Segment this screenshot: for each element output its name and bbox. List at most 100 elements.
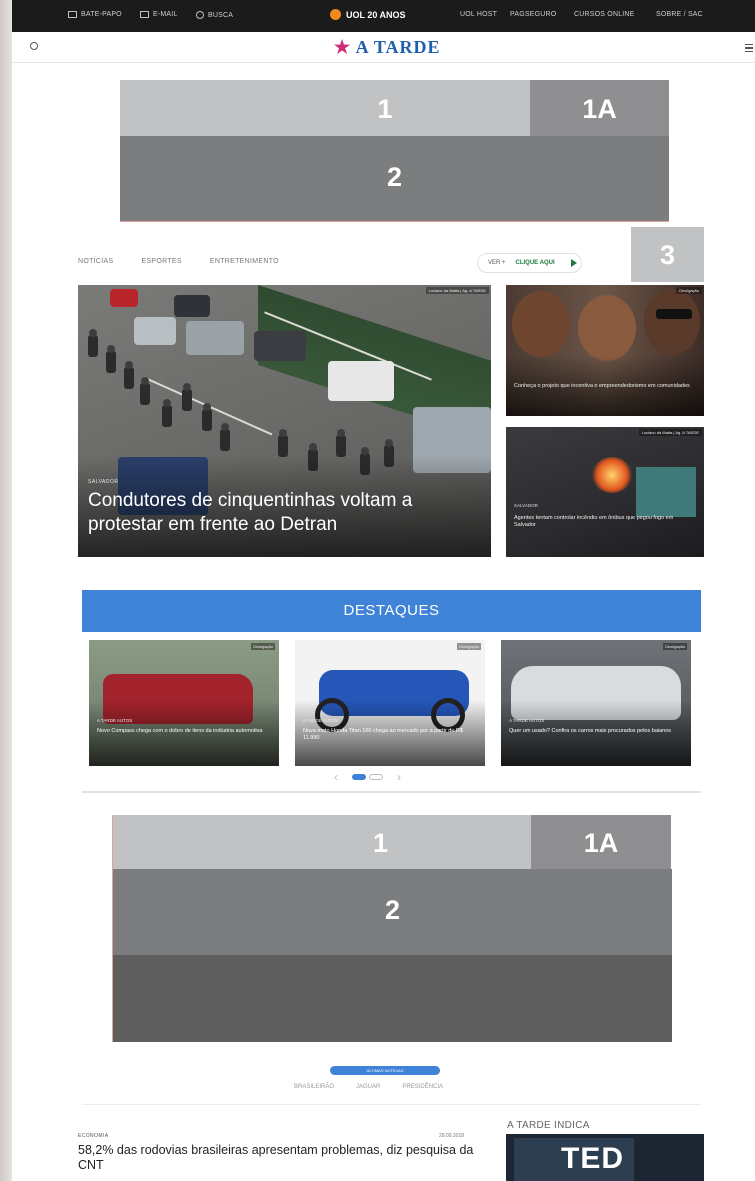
ad-slot-2-mid[interactable]: 2 [112, 869, 672, 955]
carousel-dot-active[interactable] [352, 774, 366, 780]
uol-logo-icon [330, 9, 341, 20]
motorcycle [140, 377, 150, 405]
uol-host-link[interactable]: UOL HOST [460, 11, 497, 18]
ad-slot-3-label: 3 [659, 240, 676, 270]
photo-credit: Divulgação [676, 287, 702, 294]
page-frame: BATE-PAPO E-MAIL BUSCA UOL 20 ANOS UOL H… [12, 0, 755, 1181]
motorcycle [182, 383, 192, 411]
motorcycle [220, 423, 230, 451]
top-bar: BATE-PAPO E-MAIL BUSCA UOL 20 ANOS UOL H… [12, 0, 755, 32]
sobre-sac-label: SOBRE / SAC [656, 11, 703, 18]
topic-tabs: BRASILEIRÃO JAGUAR PRESIDÊNCIA [294, 1084, 443, 1090]
ad-slot-2-label: 2 [386, 162, 403, 192]
pagseguro-link[interactable]: PAGSEGURO [510, 11, 556, 18]
tab-jaguar[interactable]: JAGUAR [356, 1084, 380, 1090]
logo-mark-icon: ★ [334, 37, 352, 57]
destaque-card-1[interactable]: Divulgação A TARDE AUTOS Novo Compass ch… [89, 640, 279, 766]
ad-slot-1a-mid-label: 1A [583, 828, 619, 858]
ad-slot-2[interactable]: 2 [120, 136, 669, 222]
mail-icon [140, 11, 149, 18]
motorcycle [336, 429, 346, 457]
card-headline[interactable]: Nova moto Honda Titan 160 chega ao merca… [303, 728, 479, 742]
side-story-2-headline[interactable]: Agentes tentam controlar incêndio em ôni… [514, 515, 696, 529]
motorcycle [88, 329, 98, 357]
hero-headline[interactable]: Condutores de cinquentinhas voltam a pro… [88, 489, 478, 537]
email-link[interactable]: E-MAIL [140, 11, 178, 18]
motorcycle [124, 361, 134, 389]
hero-story[interactable]: Luciano da Matta | Ag. A TARDE SALVADOR … [78, 285, 491, 557]
card-kicker: A TARDE AUTOS [509, 718, 545, 723]
fire [592, 457, 632, 493]
logo-text: A TARDE [355, 37, 441, 57]
side-story-1[interactable]: Divulgação Conheça o projeto que incenti… [506, 285, 704, 416]
ad-slot-1a[interactable]: 1A [530, 80, 669, 136]
search-icon[interactable] [30, 42, 38, 50]
section-tabs: NOTÍCIAS ESPORTES ENTRETENIMENTO [78, 258, 279, 265]
card-kicker: A TARDE AUTOS [303, 718, 339, 723]
pagseguro-label: PAGSEGURO [510, 11, 557, 18]
side-story-1-headline[interactable]: Conheça o projeto que incentiva o empree… [514, 383, 696, 390]
tab-noticias[interactable]: NOTÍCIAS [78, 258, 113, 265]
chat-link[interactable]: BATE-PAPO [68, 11, 122, 18]
motorcycle [278, 429, 288, 457]
destaques-header: DESTAQUES [82, 590, 701, 632]
ad-slot-1-mid[interactable]: 1 [112, 815, 532, 869]
tab-esportes[interactable]: ESPORTES [141, 258, 181, 265]
hero-car [174, 295, 210, 317]
photo-credit: Divulgação [251, 643, 275, 650]
ad-slot-1[interactable]: 1 [120, 80, 530, 136]
hero-car [328, 361, 394, 401]
motorcycle [106, 345, 116, 373]
a-tarde-indica-heading: A TARDE INDICA [507, 1120, 590, 1131]
chat-label: BATE-PAPO [81, 11, 122, 18]
ad-slot-3[interactable]: 3 [631, 227, 704, 282]
chevron-right-icon[interactable]: › [397, 770, 401, 784]
search-link[interactable]: BUSCA [196, 11, 233, 19]
hamburger-menu-icon[interactable] [745, 44, 753, 52]
uol-brand-label: UOL 20 ANOS [346, 9, 406, 20]
ad-slot-2-mid-lower[interactable] [112, 955, 672, 1042]
card-headline[interactable]: Quer um usado? Confira os carros mais pr… [509, 728, 685, 735]
site-logo[interactable]: ★ A TARDE [334, 37, 441, 58]
indica-image-text: TED [561, 1142, 624, 1175]
section-divider [82, 1104, 701, 1105]
tab-entretenimento[interactable]: ENTRETENIMENTO [210, 258, 279, 265]
tab-presidencia[interactable]: PRESIDÊNCIA [402, 1084, 443, 1090]
card-kicker: A TARDE AUTOS [97, 718, 133, 723]
latest-news-pill[interactable]: ÚLTIMAS NOTÍCIAS [330, 1066, 440, 1075]
cursos-link[interactable]: CURSOS ONLINE [574, 11, 635, 18]
hero-car [134, 317, 176, 345]
uol-brand[interactable]: UOL 20 ANOS [330, 9, 406, 20]
photo-credit: Divulgação [663, 643, 687, 650]
ad-slot-2-mid-label: 2 [384, 895, 401, 925]
destaque-card-3[interactable]: Divulgação A TARDE AUTOS Quer um usado? … [501, 640, 691, 766]
person-face [644, 289, 700, 355]
news-date: 29.09.2018 [439, 1133, 465, 1139]
chevron-left-icon[interactable]: ‹ [334, 770, 338, 784]
monitor-icon [68, 11, 77, 18]
bus [636, 467, 696, 517]
hero-kicker: SALVADOR [88, 479, 119, 485]
side-story-2[interactable]: Luciano da Matta | Ag. A TARDE SALVADOR … [506, 427, 704, 557]
side-story-2-kicker: SALVADOR [514, 503, 538, 508]
card-headline[interactable]: Novo Compass chega com o dobro de itens … [97, 728, 273, 735]
tab-brasileirao[interactable]: BRASILEIRÃO [294, 1084, 334, 1090]
page-background-edge [0, 0, 12, 1181]
destaque-card-2[interactable]: Divulgação A TARDE AUTOS Nova moto Honda… [295, 640, 485, 766]
play-arrow-icon [570, 259, 577, 267]
news-headline[interactable]: 58,2% das rodovias brasileiras apresenta… [78, 1143, 488, 1173]
photo-credit: Divulgação [457, 643, 481, 650]
search-icon [196, 11, 204, 19]
motorcycle [162, 399, 172, 427]
motorcycle [202, 403, 212, 431]
hero-car [186, 321, 244, 355]
hero-car [254, 331, 306, 361]
see-more-button[interactable]: VER + CLIQUE AQUI [477, 253, 582, 273]
section-divider [82, 791, 701, 793]
sobre-sac-link[interactable]: SOBRE / SAC [656, 11, 703, 18]
ad-slot-1a-mid[interactable]: 1A [531, 815, 671, 869]
email-label: E-MAIL [153, 11, 178, 18]
carousel-dot[interactable] [369, 774, 383, 780]
ad-slot-1a-label: 1A [582, 94, 617, 124]
a-tarde-indica-image[interactable]: TED [506, 1134, 704, 1181]
